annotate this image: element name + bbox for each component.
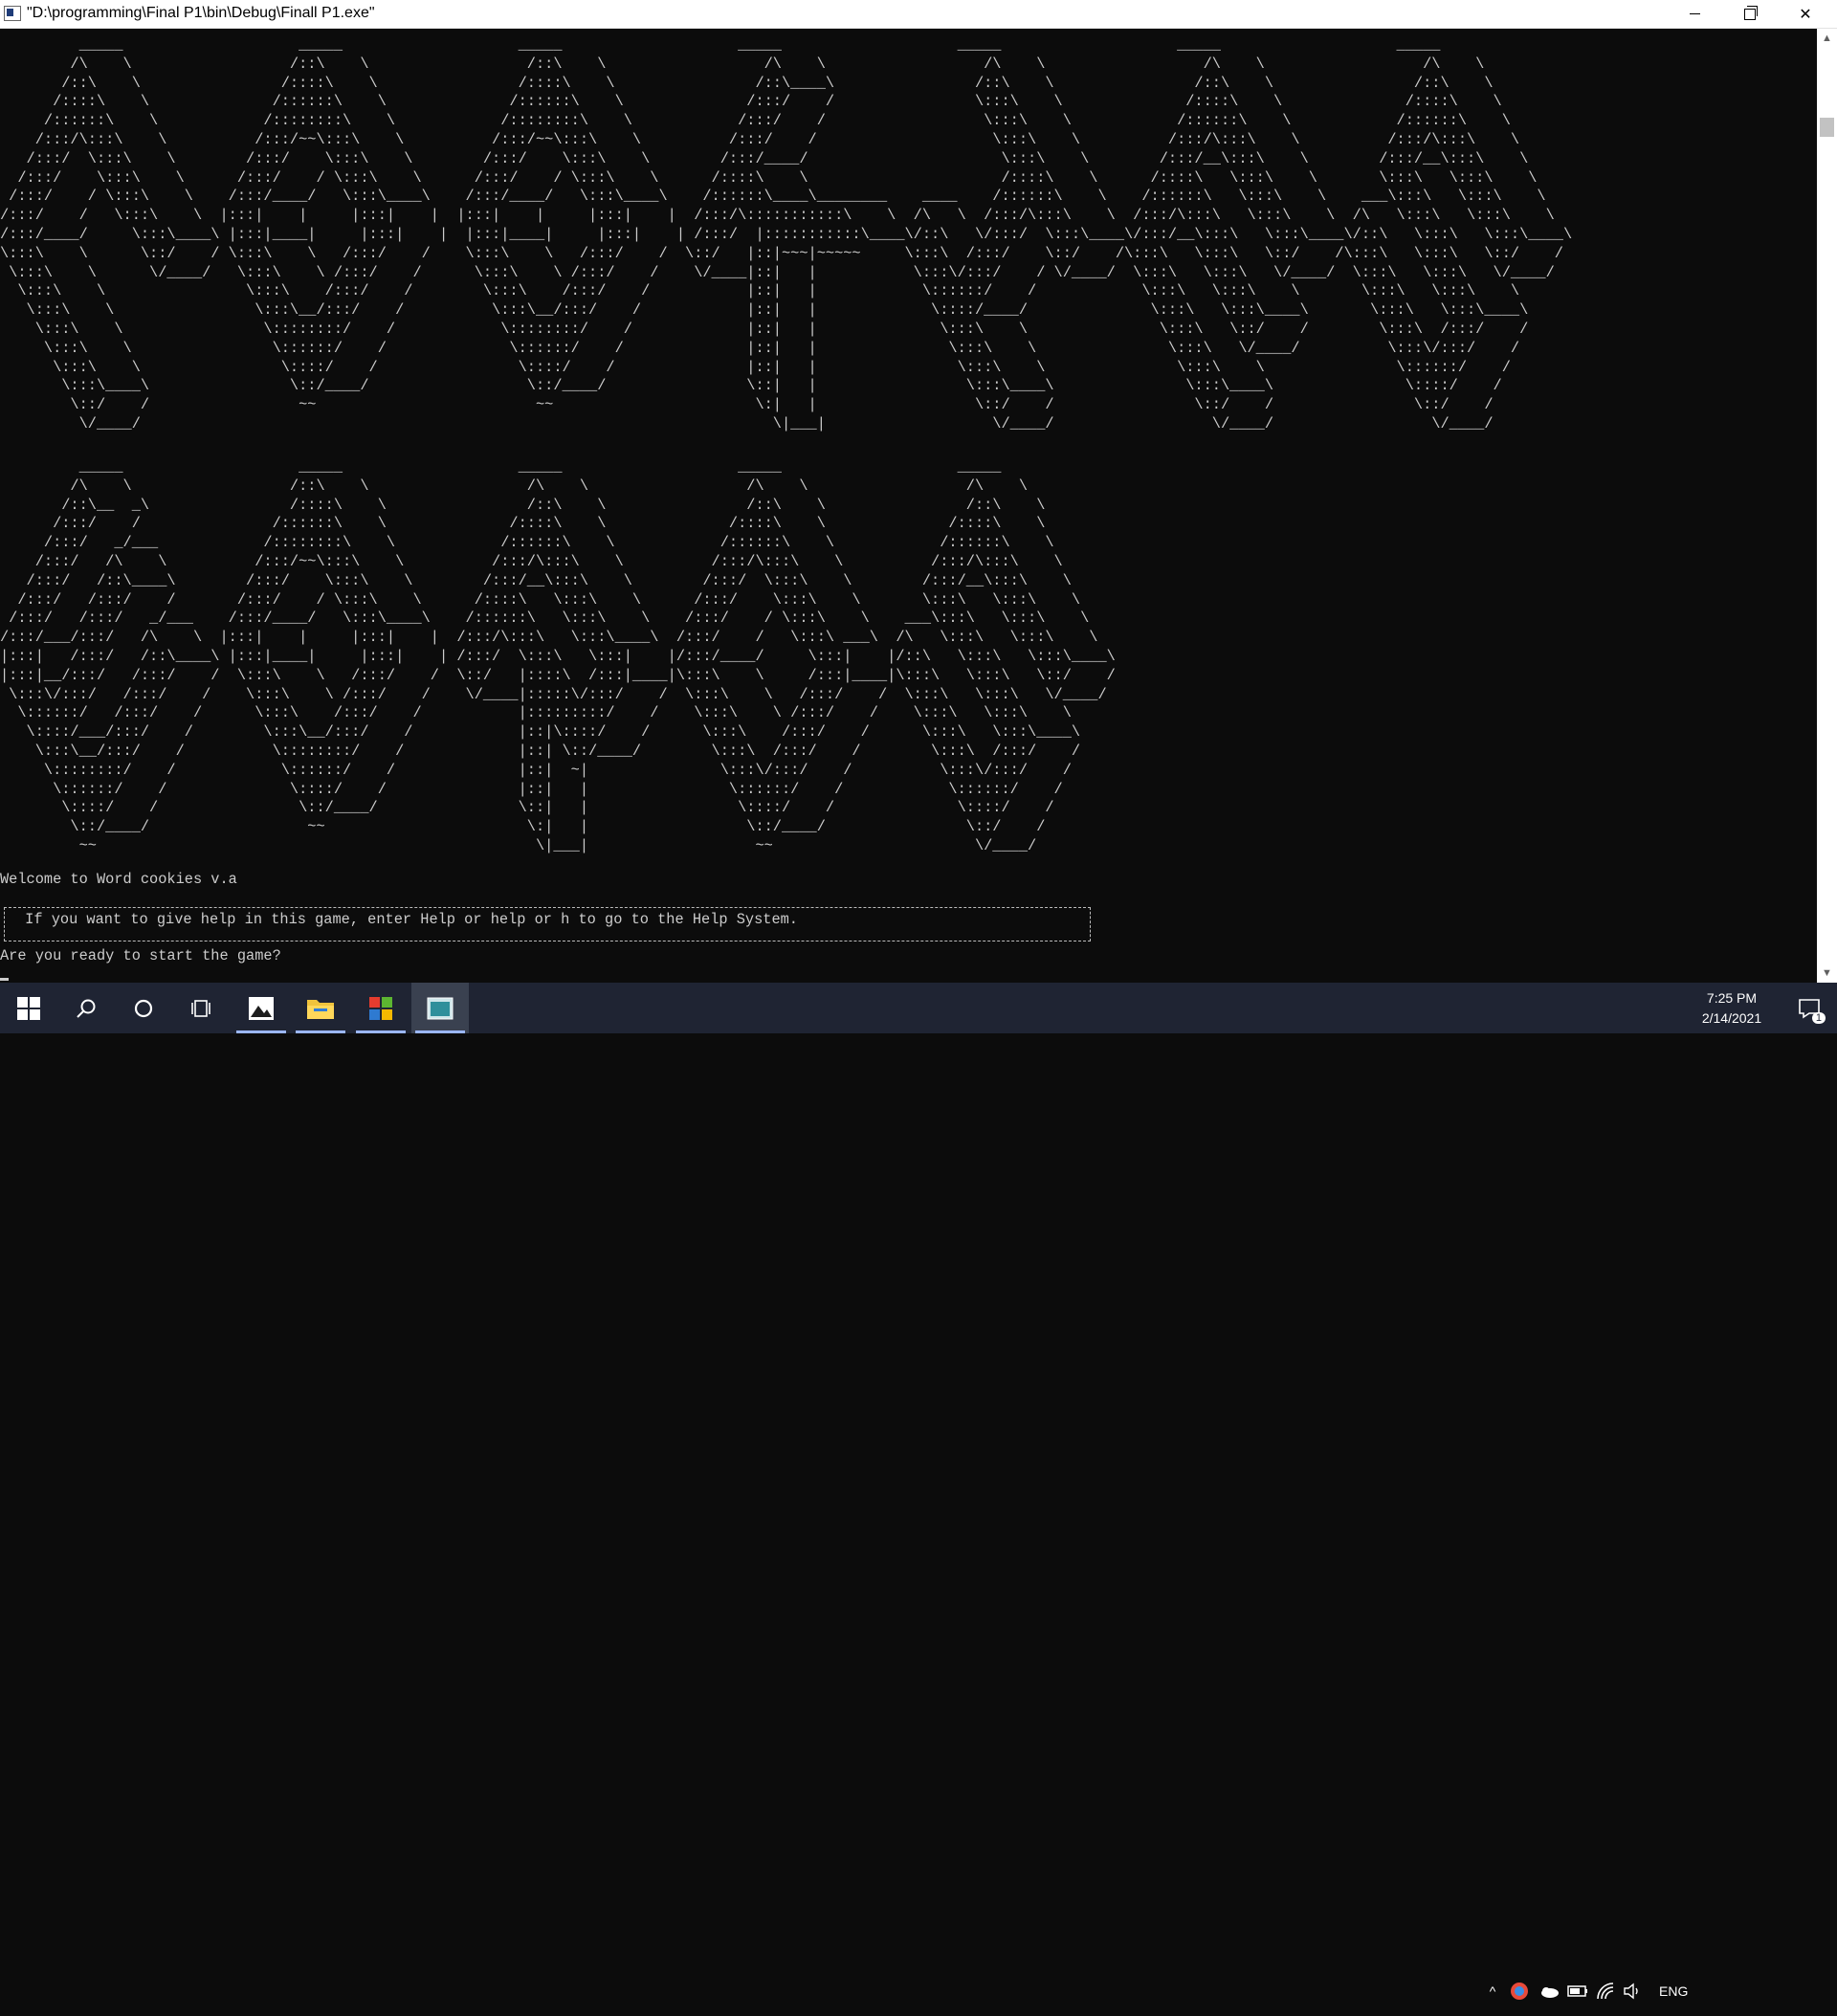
start-button[interactable]: [0, 983, 57, 1033]
taskbar-app-console[interactable]: [411, 983, 469, 1033]
photos-icon: [249, 996, 274, 1020]
notification-center-button[interactable]: 1: [1782, 983, 1837, 1033]
minimize-button[interactable]: [1667, 0, 1722, 28]
clock[interactable]: 7:25 PM 2/14/2021: [1693, 988, 1770, 1029]
taskbar-app-file-explorer[interactable]: [292, 983, 349, 1033]
help-info-box: If you want to give help in this game, e…: [4, 907, 1091, 942]
onedrive-cloud-icon[interactable]: [1538, 1984, 1560, 1998]
app-grid-icon: [369, 996, 392, 1020]
search-icon: [77, 999, 96, 1018]
window-title: "D:\programming\Final P1\bin\Debug\Final…: [27, 5, 375, 21]
help-message: If you want to give help in this game, e…: [16, 911, 798, 928]
restore-icon: [1744, 5, 1758, 20]
defender-icon[interactable]: [1510, 1982, 1529, 2001]
battery-icon[interactable]: [1567, 1984, 1588, 1997]
taskbar-app-photos[interactable]: [232, 983, 290, 1033]
vertical-scrollbar[interactable]: ▲ ▼: [1817, 29, 1837, 983]
window-titlebar[interactable]: "D:\programming\Final P1\bin\Debug\Final…: [0, 0, 1837, 29]
chevron-up-icon[interactable]: ▲: [1817, 29, 1837, 48]
console-output[interactable]: _____ _____ _____ _____ _____ _____ ____…: [0, 29, 1817, 983]
console-app-icon: [427, 997, 454, 1019]
restore-button[interactable]: [1722, 0, 1778, 28]
show-hidden-icons-icon[interactable]: ^: [1483, 1983, 1502, 1999]
chevron-down-icon[interactable]: ▼: [1817, 964, 1837, 983]
notification-count-badge: 1: [1811, 1012, 1826, 1024]
volume-icon[interactable]: [1623, 1983, 1642, 2000]
minimize-icon: [1689, 13, 1700, 14]
close-button[interactable]: ✕: [1778, 0, 1833, 28]
wifi-icon[interactable]: [1596, 1982, 1615, 2000]
cortana-circle-icon: [134, 999, 153, 1017]
search-button[interactable]: [57, 983, 115, 1033]
taskbar: ^ ENG 7:25 PM 2/14/2021 1: [0, 983, 1837, 2000]
start-prompt: Are you ready to start the game?: [0, 947, 281, 964]
ascii-art-banner-top: _____ _____ _____ _____ _____ _____ ____…: [0, 36, 1573, 432]
cortana-button[interactable]: [115, 983, 172, 1033]
file-explorer-icon: [307, 999, 334, 1019]
welcome-message: Welcome to Word cookies v.a: [0, 871, 237, 888]
taskbar-app-grid[interactable]: [352, 983, 409, 1033]
language-indicator[interactable]: ENG: [1659, 1983, 1688, 1999]
task-view-icon: [191, 999, 210, 1017]
close-icon: ✕: [1799, 6, 1812, 23]
windows-start-icon: [17, 996, 40, 1020]
clock-time: 7:25 PM: [1706, 990, 1758, 1006]
clock-date: 2/14/2021: [1701, 1010, 1762, 1026]
ascii-art-banner-bottom: _____ _____ _____ _____ _____ /\ \ /::\ …: [0, 458, 1116, 854]
console-window-icon[interactable]: [4, 6, 21, 21]
scrollbar-thumb[interactable]: [1820, 118, 1834, 137]
task-view-button[interactable]: [172, 983, 230, 1033]
text-cursor: [0, 978, 9, 981]
